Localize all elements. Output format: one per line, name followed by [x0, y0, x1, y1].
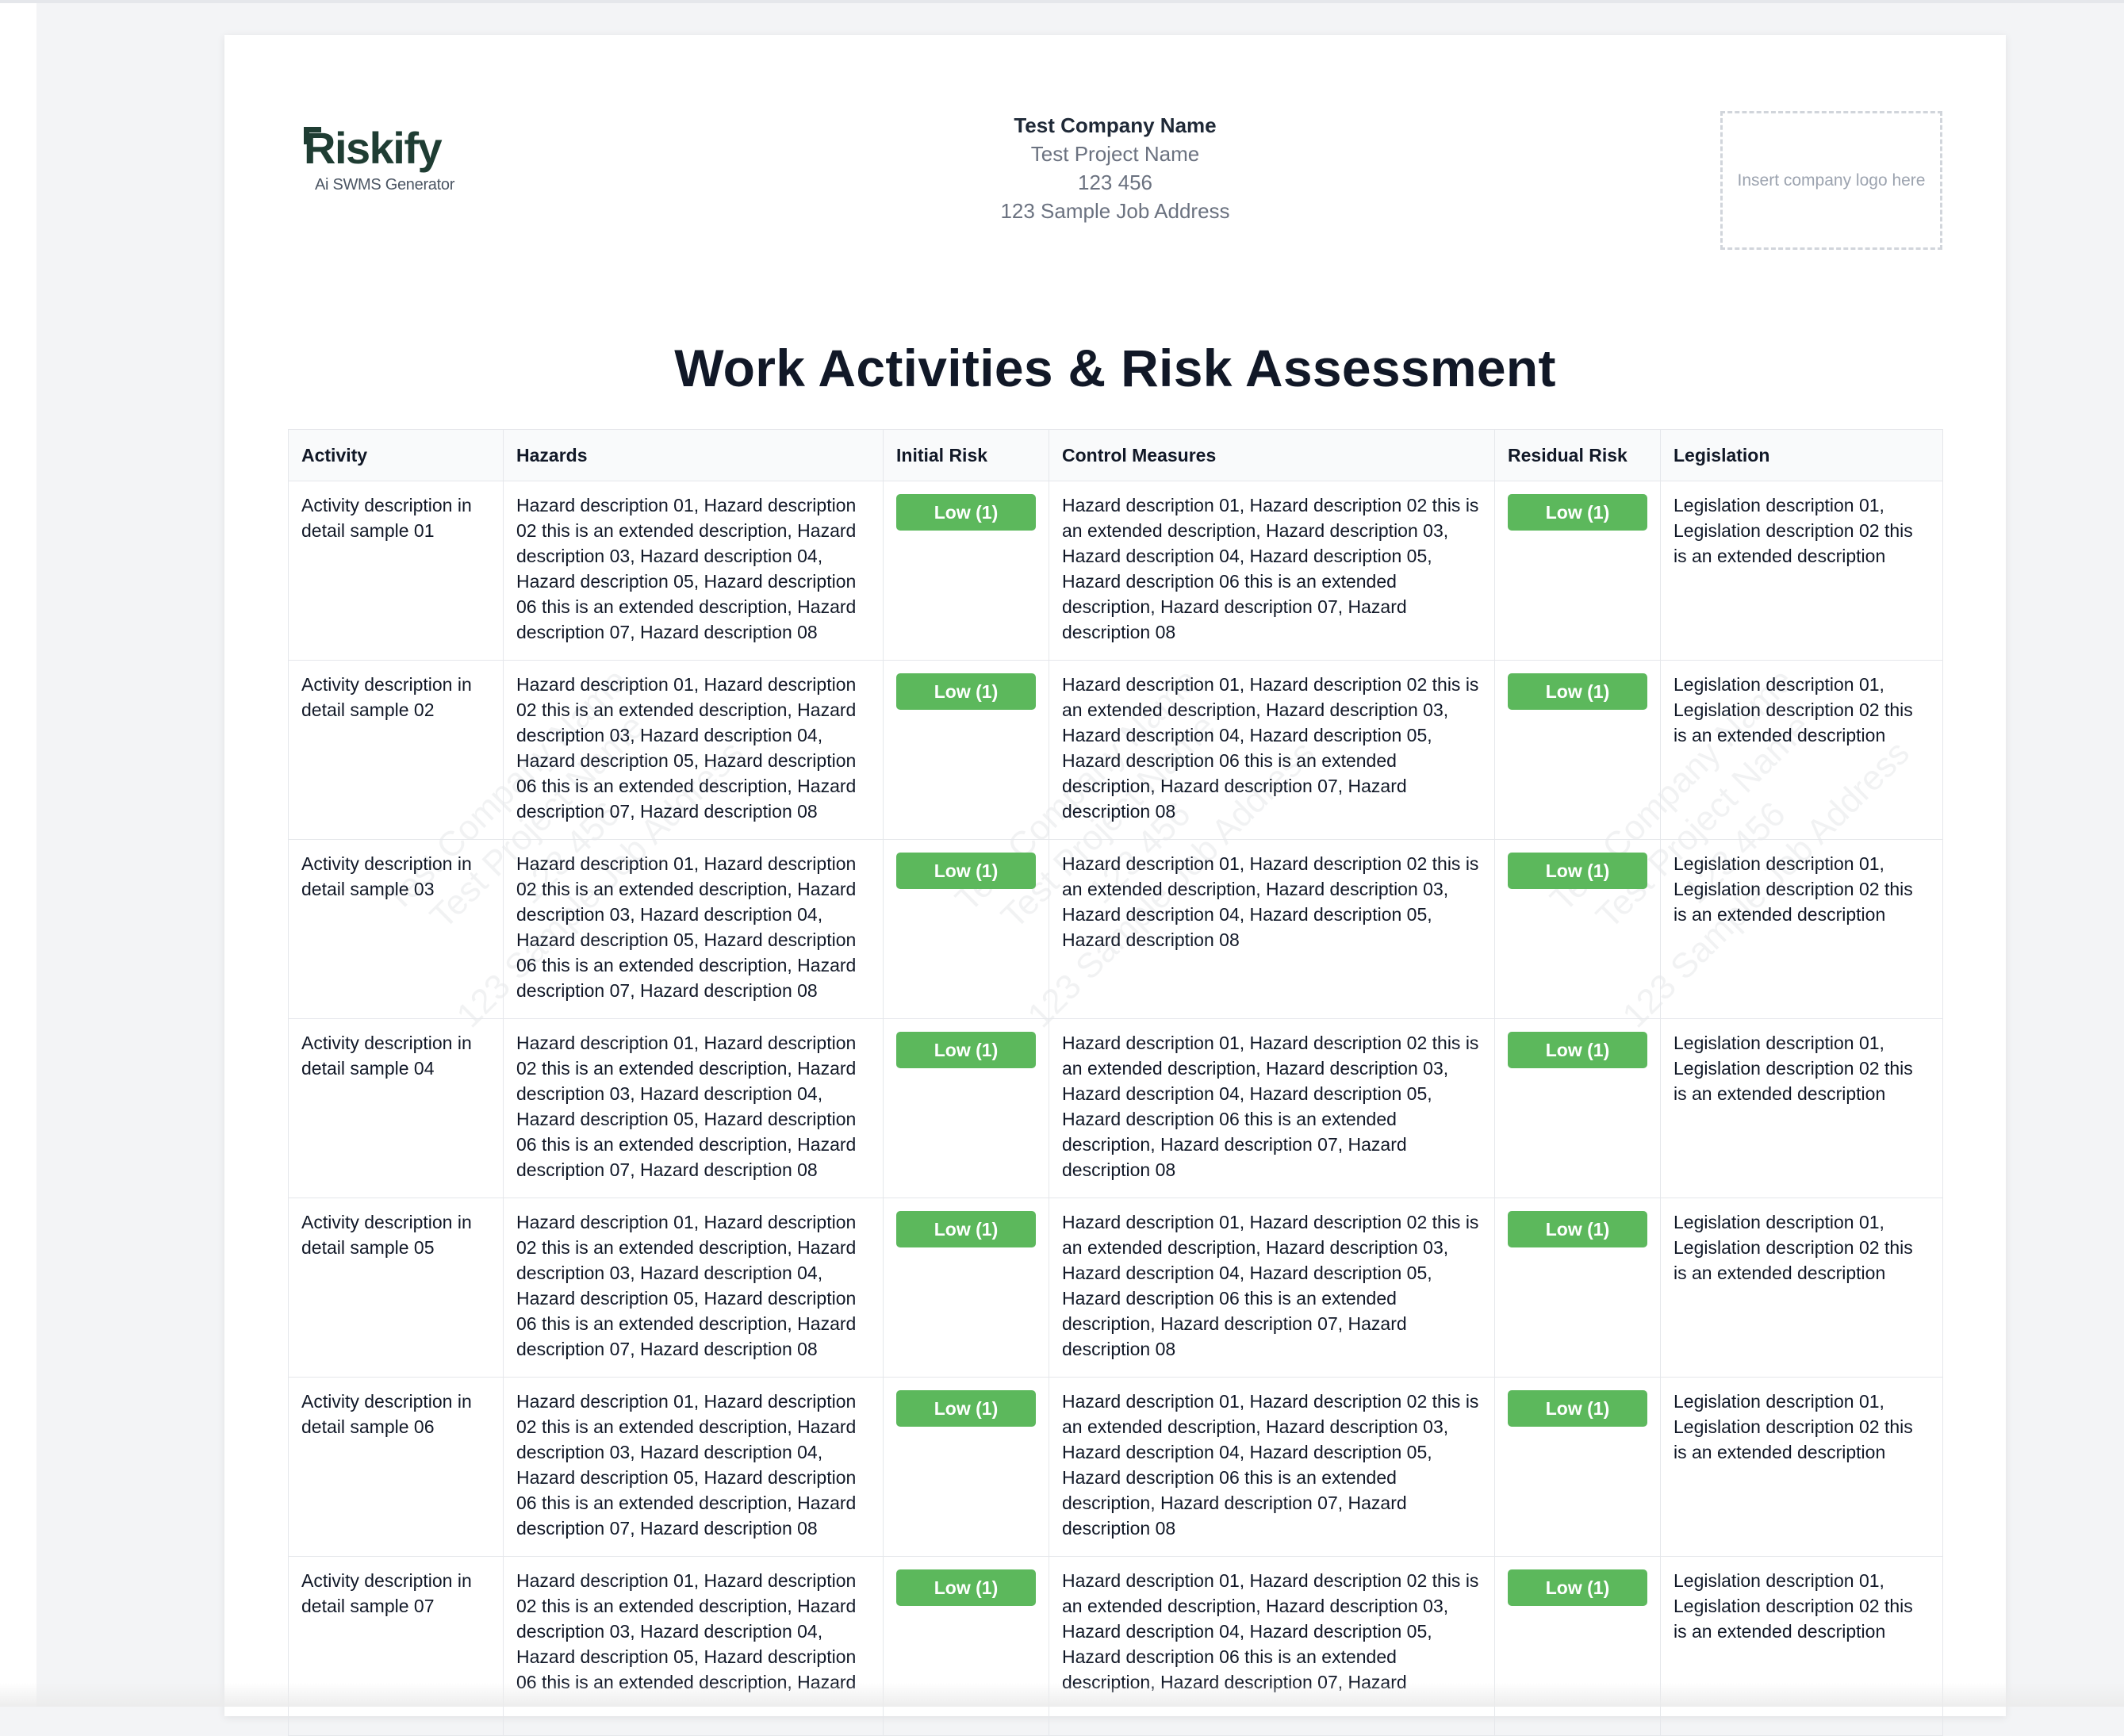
hazards-cell: Hazard description 01, Hazard descriptio… — [503, 481, 884, 661]
residual-risk-cell: Low (1) — [1494, 1556, 1661, 1736]
activity-cell: Activity description in detail sample 01 — [288, 481, 504, 661]
table-header-row: Activity Hazards Initial Risk Control Me… — [288, 429, 1943, 481]
legislation-cell: Legislation description 01, Legislation … — [1660, 839, 1943, 1019]
initial-risk-cell: Low (1) — [883, 481, 1049, 661]
hazards-cell: Hazard description 01, Hazard descriptio… — [503, 660, 884, 840]
control-measures-cell: Hazard description 01, Hazard descriptio… — [1049, 1556, 1495, 1736]
residual-risk-cell: Low (1) — [1494, 660, 1661, 840]
table-row: Activity description in detail sample 04… — [288, 1018, 1943, 1198]
control-measures-cell: Hazard description 01, Hazard descriptio… — [1049, 660, 1495, 840]
legislation-cell: Legislation description 01, Legislation … — [1660, 1198, 1943, 1378]
residual-risk-badge: Low (1) — [1508, 1032, 1647, 1068]
residual-risk-cell: Low (1) — [1494, 839, 1661, 1019]
document-page: Riskify Ai SWMS Generator Test Company N… — [224, 35, 2006, 1736]
residual-risk-badge: Low (1) — [1508, 1211, 1647, 1247]
activity-cell: Activity description in detail sample 06 — [288, 1377, 504, 1557]
control-measures-cell: Hazard description 01, Hazard descriptio… — [1049, 1198, 1495, 1378]
residual-risk-badge: Low (1) — [1508, 673, 1647, 710]
residual-risk-cell: Low (1) — [1494, 1377, 1661, 1557]
control-measures-cell: Hazard description 01, Hazard descriptio… — [1049, 1018, 1495, 1198]
table-row: Activity description in detail sample 03… — [288, 839, 1943, 1019]
company-logo-placeholder[interactable]: Insert company logo here — [1720, 111, 1942, 250]
table-row: Activity description in detail sample 01… — [288, 481, 1943, 661]
initial-risk-badge: Low (1) — [896, 853, 1036, 889]
activity-cell: Activity description in detail sample 04 — [288, 1018, 504, 1198]
table-row: Activity description in detail sample 02… — [288, 660, 1943, 840]
residual-risk-cell: Low (1) — [1494, 481, 1661, 661]
residual-risk-badge: Low (1) — [1508, 1569, 1647, 1606]
activity-cell: Activity description in detail sample 07 — [288, 1556, 504, 1736]
initial-risk-cell: Low (1) — [883, 1556, 1049, 1736]
table-row: Activity description in detail sample 05… — [288, 1198, 1943, 1378]
hazards-cell: Hazard description 01, Hazard descriptio… — [503, 1556, 884, 1736]
column-header-legislation: Legislation — [1660, 429, 1943, 481]
initial-risk-badge: Low (1) — [896, 673, 1036, 710]
hazards-cell: Hazard description 01, Hazard descriptio… — [503, 1198, 884, 1378]
column-header-initial-risk: Initial Risk — [883, 429, 1049, 481]
residual-risk-badge: Low (1) — [1508, 853, 1647, 889]
page-title: Work Activities & Risk Assessment — [674, 339, 1556, 397]
initial-risk-badge: Low (1) — [896, 1390, 1036, 1427]
initial-risk-badge: Low (1) — [896, 1032, 1036, 1068]
column-header-hazards: Hazards — [503, 429, 884, 481]
legislation-cell: Legislation description 01, Legislation … — [1660, 1377, 1943, 1557]
table-row: Activity description in detail sample 07… — [288, 1556, 1943, 1736]
table-row: Activity description in detail sample 06… — [288, 1377, 1943, 1557]
hazards-cell: Hazard description 01, Hazard descriptio… — [503, 1018, 884, 1198]
legislation-cell: Legislation description 01, Legislation … — [1660, 1018, 1943, 1198]
initial-risk-badge: Low (1) — [896, 494, 1036, 531]
residual-risk-badge: Low (1) — [1508, 494, 1647, 531]
activity-cell: Activity description in detail sample 03 — [288, 839, 504, 1019]
column-header-residual-risk: Residual Risk — [1494, 429, 1661, 481]
risk-assessment-table: Activity Hazards Initial Risk Control Me… — [288, 429, 1943, 1736]
control-measures-cell: Hazard description 01, Hazard descriptio… — [1049, 1377, 1495, 1557]
legislation-cell: Legislation description 01, Legislation … — [1660, 660, 1943, 840]
top-edge — [0, 0, 2124, 3]
hazards-cell: Hazard description 01, Hazard descriptio… — [503, 1377, 884, 1557]
initial-risk-cell: Low (1) — [883, 1198, 1049, 1378]
hazards-cell: Hazard description 01, Hazard descriptio… — [503, 839, 884, 1019]
legislation-cell: Legislation description 01, Legislation … — [1660, 1556, 1943, 1736]
initial-risk-cell: Low (1) — [883, 1377, 1049, 1557]
residual-risk-badge: Low (1) — [1508, 1390, 1647, 1427]
bottom-fade — [0, 1683, 2124, 1707]
column-header-control-measures: Control Measures — [1049, 429, 1495, 481]
initial-risk-cell: Low (1) — [883, 839, 1049, 1019]
activity-cell: Activity description in detail sample 02 — [288, 660, 504, 840]
legislation-cell: Legislation description 01, Legislation … — [1660, 481, 1943, 661]
initial-risk-badge: Low (1) — [896, 1211, 1036, 1247]
residual-risk-cell: Low (1) — [1494, 1018, 1661, 1198]
initial-risk-cell: Low (1) — [883, 660, 1049, 840]
residual-risk-cell: Low (1) — [1494, 1198, 1661, 1378]
column-header-activity: Activity — [288, 429, 504, 481]
initial-risk-cell: Low (1) — [883, 1018, 1049, 1198]
initial-risk-badge: Low (1) — [896, 1569, 1036, 1606]
activity-cell: Activity description in detail sample 05 — [288, 1198, 504, 1378]
control-measures-cell: Hazard description 01, Hazard descriptio… — [1049, 839, 1495, 1019]
control-measures-cell: Hazard description 01, Hazard descriptio… — [1049, 481, 1495, 661]
left-gutter — [0, 0, 36, 1707]
